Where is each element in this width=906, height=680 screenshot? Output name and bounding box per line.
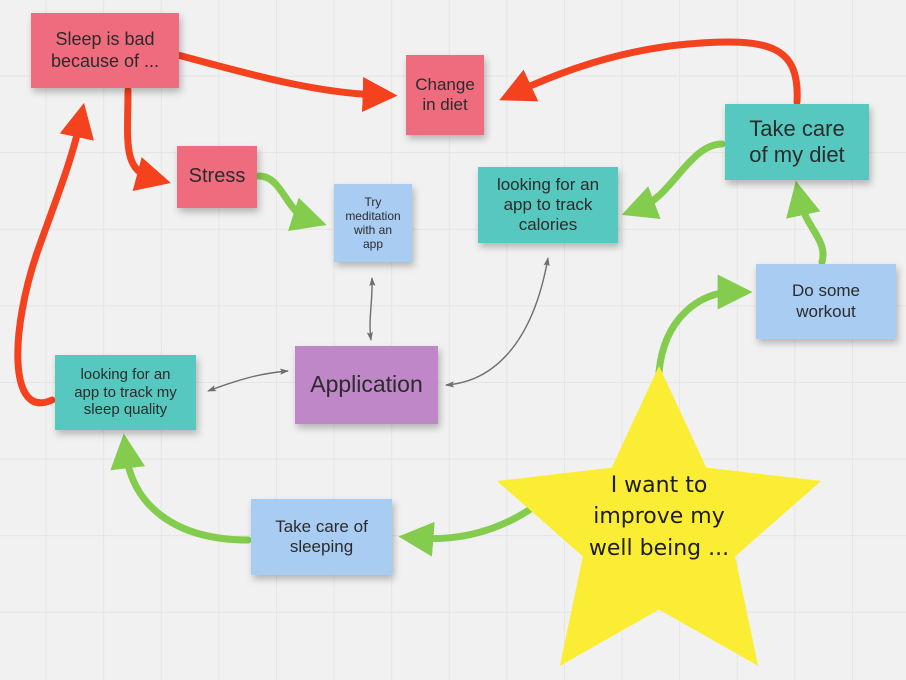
star-note-i-want-to-improve-my-well-being[interactable]: I want to improve my well being ...	[497, 366, 821, 672]
sticky-note-label: Try meditation with an app	[345, 194, 401, 252]
sticky-note-label: Take care of my diet	[749, 116, 845, 167]
edge-sleep-quality-to-application	[207, 368, 289, 392]
sticky-note-label: Take care of sleeping	[275, 516, 368, 556]
sticky-note-try-meditation-with-an-app[interactable]: Try meditation with an app	[334, 184, 412, 262]
edge-take-care-of-my-diet-to-track-calories	[621, 140, 726, 219]
edge-take-care-of-my-diet-to-change-in-diet	[499, 38, 801, 106]
sticky-note-change-in-diet[interactable]: Change in diet	[406, 55, 484, 135]
sticky-note-take-care-of-my-diet[interactable]: Take care of my diet	[725, 104, 869, 180]
edge-do-some-workout-to-take-care-of-my-diet	[786, 180, 827, 266]
sticky-note-label: Stress	[188, 165, 246, 188]
sticky-note-label: Application	[310, 371, 423, 398]
sticky-note-label: Do some workout	[791, 281, 861, 321]
sticky-note-do-some-workout[interactable]: Do some workout	[756, 264, 896, 339]
sticky-note-looking-for-an-app-to-track-calories[interactable]: looking for an app to track calories	[478, 167, 618, 243]
sticky-note-label: looking for an app to track calories	[496, 174, 600, 235]
sticky-note-label: Sleep is bad because of ...	[50, 29, 160, 71]
edge-star-to-do-some-workout	[655, 274, 753, 376]
sticky-note-application[interactable]: Application	[295, 346, 438, 424]
edge-take-care-of-sleeping-to-sleep-quality	[110, 433, 252, 544]
sticky-note-take-care-of-sleeping[interactable]: Take care of sleeping	[251, 499, 392, 575]
sticky-note-sleep-is-bad[interactable]: Sleep is bad because of ...	[31, 13, 179, 88]
mind-map-canvas[interactable]: I want to improve my well being ... Slee…	[0, 0, 906, 680]
star-note-label: I want to improve my well being ...	[588, 473, 730, 561]
edge-sleep-is-bad-to-stress	[124, 86, 171, 191]
edge-stress-to-try-meditation	[255, 172, 327, 231]
edge-sleep-is-bad-to-change-in-diet	[174, 51, 398, 112]
sticky-note-label: Change in diet	[415, 74, 475, 114]
sticky-note-looking-for-an-app-to-track-my-sleep-quality[interactable]: looking for an app to track my sleep qua…	[55, 355, 196, 430]
sticky-note-stress[interactable]: Stress	[177, 146, 257, 208]
edge-application-to-try-meditation	[366, 277, 376, 341]
sticky-note-label: looking for an app to track my sleep qua…	[74, 365, 177, 419]
